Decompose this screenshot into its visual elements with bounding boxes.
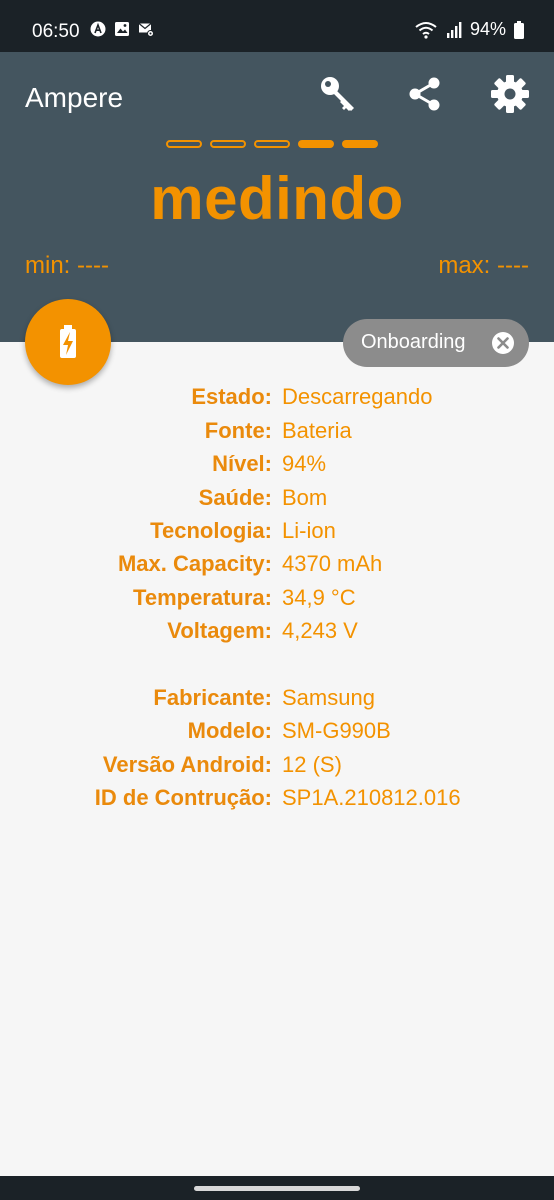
battery-percent: 94% bbox=[469, 19, 506, 39]
info-label: Temperatura: bbox=[133, 585, 272, 610]
info-label: ID de Contrução: bbox=[94, 785, 272, 810]
share-icon[interactable] bbox=[404, 74, 444, 114]
measure-status: medindo bbox=[150, 165, 404, 232]
info-label: Modelo: bbox=[187, 718, 272, 743]
info-label: Voltagem: bbox=[167, 618, 272, 643]
progress-dash bbox=[254, 140, 290, 148]
info-value: Descarregando bbox=[282, 384, 433, 409]
mail-settings-icon bbox=[138, 23, 154, 37]
app-title: Ampere bbox=[25, 82, 124, 113]
info-row-saude: Saúde: Bom bbox=[0, 485, 554, 515]
status-time: 06:50 bbox=[32, 21, 80, 42]
battery-icon bbox=[514, 20, 524, 39]
info-row-voltagem: Voltagem: 4,243 V bbox=[0, 618, 554, 648]
close-icon[interactable] bbox=[491, 331, 515, 355]
info-row-fonte: Fonte: Bateria bbox=[0, 418, 554, 448]
info-row-capacity: Max. Capacity: 4370 mAh bbox=[0, 551, 554, 581]
info-row-estado: Estado: Descarregando bbox=[0, 384, 554, 414]
info-label: Fonte: bbox=[204, 418, 272, 443]
onboarding-chip[interactable]: Onboarding bbox=[343, 319, 529, 367]
wifi-icon bbox=[415, 21, 437, 39]
info-row-temperatura: Temperatura: 34,9 °C bbox=[0, 585, 554, 615]
info-label: Max. Capacity: bbox=[117, 551, 272, 576]
max-value: max: ---- bbox=[438, 252, 529, 279]
charging-fab[interactable] bbox=[25, 299, 111, 385]
info-label: Tecnologia: bbox=[150, 518, 272, 543]
status-right: 94% bbox=[414, 19, 524, 40]
info-value: 4,243 V bbox=[282, 618, 358, 643]
info-row-android: Versão Android: 12 (S) bbox=[0, 752, 554, 782]
info-label: Versão Android: bbox=[102, 752, 272, 777]
progress-dash bbox=[342, 140, 378, 148]
notification-icons bbox=[90, 21, 154, 37]
info-value: SM-G990B bbox=[282, 718, 391, 743]
info-row-nivel: Nível: 94% bbox=[0, 451, 554, 481]
min-value: min: ---- bbox=[25, 252, 109, 279]
onboarding-chip-label: Onboarding bbox=[361, 331, 466, 353]
info-label: Saúde: bbox=[198, 485, 272, 510]
info-value: Samsung bbox=[282, 685, 375, 710]
battery-charging-icon bbox=[60, 325, 76, 358]
progress-dash bbox=[298, 140, 334, 148]
info-row-fabricante: Fabricante: Samsung bbox=[0, 685, 554, 715]
notification-a-icon bbox=[90, 21, 106, 37]
progress-dash bbox=[166, 140, 202, 148]
measure-progress-indicator bbox=[166, 140, 378, 148]
info-value: 12 (S) bbox=[282, 752, 342, 777]
info-label: Fabricante: bbox=[153, 685, 272, 710]
info-value: SP1A.210812.016 bbox=[282, 785, 461, 810]
info-value: Bom bbox=[282, 485, 328, 510]
info-value: Li-ion bbox=[282, 518, 336, 543]
image-icon bbox=[115, 22, 129, 36]
info-row-tecnologia: Tecnologia: Li-ion bbox=[0, 518, 554, 548]
info-value: Bateria bbox=[282, 418, 352, 443]
signal-icon bbox=[446, 21, 462, 38]
info-value: 4370 mAh bbox=[282, 551, 383, 576]
info-row-modelo: Modelo: SM-G990B bbox=[0, 718, 554, 748]
info-row-build-id: ID de Contrução: SP1A.210812.016 bbox=[0, 785, 554, 815]
navigation-bar bbox=[0, 1176, 554, 1200]
info-value: 94% bbox=[282, 451, 327, 476]
home-gesture-handle[interactable] bbox=[194, 1186, 360, 1191]
key-icon[interactable] bbox=[318, 74, 358, 114]
gear-icon[interactable] bbox=[490, 74, 530, 114]
info-label: Nível: bbox=[212, 451, 272, 476]
progress-dash bbox=[210, 140, 246, 148]
info-value: 34,9 °C bbox=[282, 585, 356, 610]
info-label: Estado: bbox=[191, 384, 272, 409]
status-bar: 06:50 94% bbox=[0, 0, 554, 52]
